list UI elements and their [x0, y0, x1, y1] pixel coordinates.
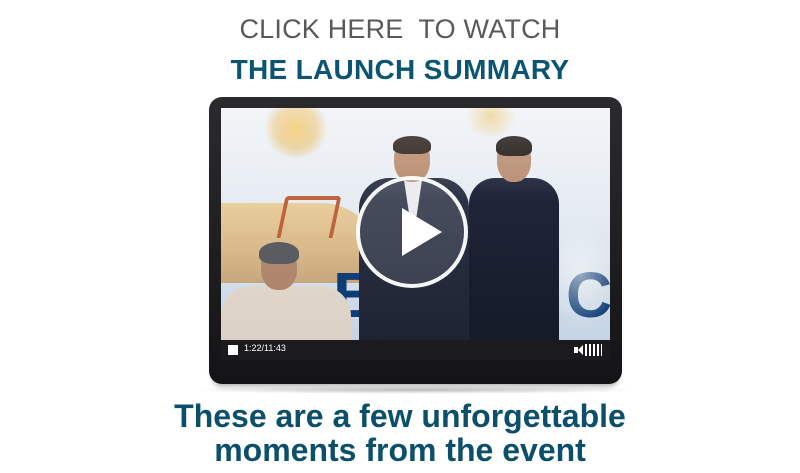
headline-secondary[interactable]: THE LAUNCH SUMMARY: [0, 54, 800, 86]
volume-icon[interactable]: [574, 344, 602, 356]
headline-primary[interactable]: CLICK HERE TO WATCH: [0, 14, 800, 45]
footer-caption: These are a few unforgettable moments fr…: [0, 399, 800, 467]
footer-line-1: These are a few unforgettable: [174, 398, 626, 434]
tablet-frame: BN CY 1:22/11:43: [209, 97, 622, 384]
time-display: 1:22/11:43: [244, 343, 286, 353]
video-screen[interactable]: BN CY: [221, 108, 610, 340]
video-control-bar: 1:22/11:43: [221, 340, 610, 360]
footer-line-2: moments from the event: [214, 432, 586, 468]
play-icon: [402, 208, 442, 256]
tablet-shadow: [190, 386, 640, 394]
stop-icon[interactable]: [228, 345, 238, 355]
play-button[interactable]: [356, 176, 468, 288]
